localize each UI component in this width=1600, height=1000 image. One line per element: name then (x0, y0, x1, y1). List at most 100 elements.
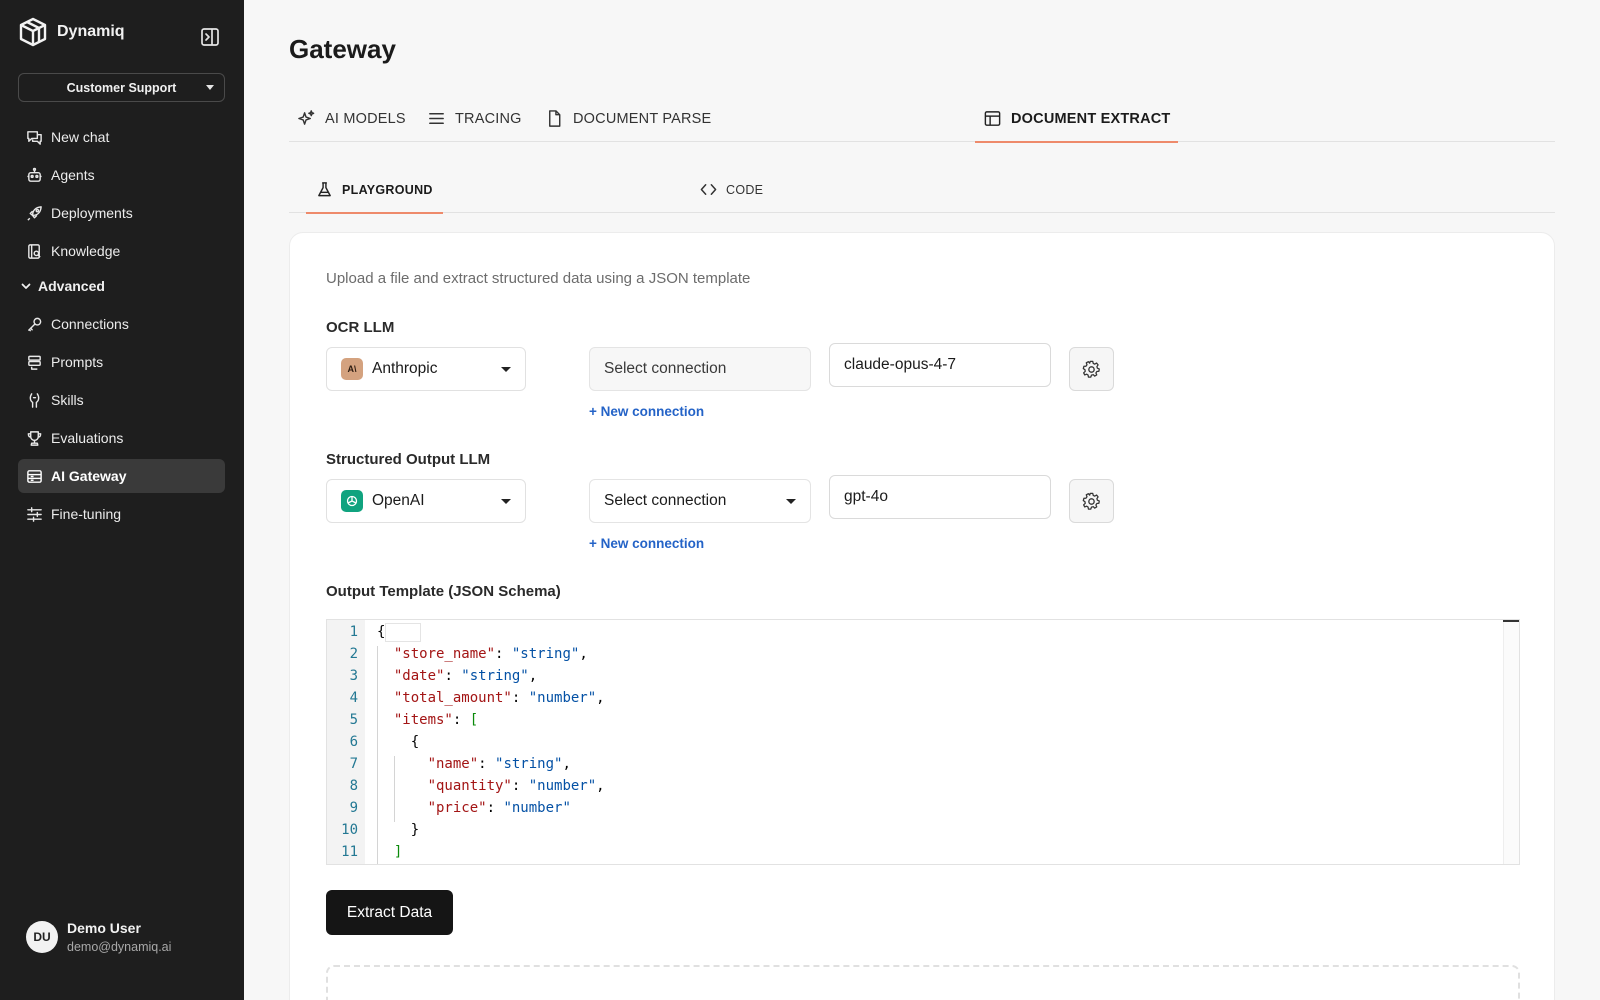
robot-icon (27, 167, 42, 182)
dynamiq-logo-icon (19, 17, 47, 47)
code-line: "total_amount": "number", (393, 690, 605, 706)
sidebar-item-label: Deployments (51, 205, 133, 221)
tab-label: TRACING (455, 110, 522, 127)
key-icon (28, 317, 42, 331)
chevron-down-icon (501, 499, 511, 504)
extract-card: Upload a file and extract structured dat… (289, 232, 1555, 1000)
sidebar: Dynamiq Customer Support New chat Agents… (0, 0, 244, 1000)
tab-document-parse[interactable]: DOCUMENT PARSE (545, 95, 711, 142)
ocr-settings-button[interactable] (1069, 347, 1114, 391)
workspace-name: Customer Support (66, 80, 177, 95)
sidebar-item-knowledge[interactable]: Knowledge (18, 234, 225, 268)
connection-placeholder: Select connection (604, 360, 727, 377)
tab-label: DOCUMENT EXTRACT (1011, 110, 1171, 127)
brand-name: Dynamiq (57, 23, 125, 40)
line-number: 2 (349, 646, 358, 662)
subtab-label: CODE (726, 182, 764, 197)
code-line: ] (393, 844, 403, 860)
sidebar-section-advanced[interactable]: Advanced (18, 278, 105, 294)
chevron-down-icon (206, 85, 214, 90)
ocr-model-input[interactable] (829, 343, 1051, 387)
subtab-label: PLAYGROUND (342, 182, 433, 197)
sidebar-item-label: Connections (51, 316, 129, 332)
chevron-down-icon (786, 499, 796, 504)
ocr-llm-label: OCR LLM (326, 319, 395, 336)
brand[interactable]: Dynamiq (18, 17, 125, 47)
sidebar-item-label: Fine-tuning (51, 506, 122, 522)
line-number: 10 (341, 822, 358, 838)
structured-provider-select[interactable]: OpenAI (326, 479, 526, 523)
ocr-new-connection-link[interactable]: + New connection (589, 404, 704, 419)
tab-ai-models[interactable]: AI MODELS (297, 95, 406, 142)
workspace-selector[interactable]: Customer Support (18, 73, 225, 102)
sidebar-item-connections[interactable]: Connections (18, 307, 225, 341)
openai-logo-icon (341, 490, 363, 512)
sidebar-item-new-chat[interactable]: New chat (18, 120, 225, 154)
user-profile[interactable]: DU Demo User demo@dynamiq.ai (26, 920, 171, 954)
sidebar-item-ai-gateway[interactable]: AI Gateway (18, 459, 225, 493)
user-name: Demo User (67, 920, 141, 936)
code-line: { (377, 624, 386, 640)
result-dropzone[interactable] (326, 965, 1520, 1000)
scroll-position-marker (1503, 620, 1519, 622)
gateway-icon (27, 469, 42, 483)
list-icon (429, 112, 444, 125)
line-number-gutter: 1 2 3 4 5 6 7 8 9 10 11 (327, 620, 365, 864)
structured-new-connection-link[interactable]: + New connection (589, 536, 704, 551)
line-number: 8 (349, 778, 358, 794)
editor-scrollbar[interactable] (1503, 620, 1519, 864)
tab-document-extract-content[interactable]: DOCUMENT EXTRACT (975, 95, 1179, 143)
line-number: 5 (349, 712, 358, 728)
user-email: demo@dynamiq.ai (67, 940, 172, 954)
sidebar-item-label: Skills (51, 392, 84, 408)
ocr-connection-select[interactable]: Select connection (589, 347, 811, 391)
code-line: "items": [ (393, 712, 479, 728)
gear-icon (1082, 492, 1100, 510)
output-template-label: Output Template (JSON Schema) (326, 583, 561, 600)
sidebar-item-label: AI Gateway (51, 468, 127, 484)
line-number: 1 (349, 624, 358, 640)
sidebar-collapse-button[interactable] (199, 26, 221, 48)
ocr-provider-select[interactable]: A\ Anthropic (326, 347, 526, 391)
json-schema-editor[interactable]: 1 2 3 4 5 6 7 8 9 10 11 { "store_name": … (326, 619, 1520, 865)
tab-tracing[interactable]: TRACING (427, 95, 522, 142)
sidebar-item-label: Agents (51, 167, 95, 183)
code-line: "date": "string", (393, 668, 538, 684)
current-line-highlight (385, 623, 421, 642)
table-icon (984, 111, 1001, 126)
code-icon (700, 184, 717, 195)
code-line: "name": "string", (427, 756, 571, 772)
structured-model-input[interactable] (829, 475, 1051, 519)
subtab-playground[interactable]: PLAYGROUND (306, 166, 443, 214)
sidebar-item-skills[interactable]: Skills (18, 383, 225, 417)
line-number: 9 (349, 800, 358, 816)
code-line: } (377, 822, 420, 838)
structured-settings-button[interactable] (1069, 479, 1114, 523)
code-line: { (377, 734, 420, 750)
trophy-icon (27, 430, 42, 446)
line-number: 11 (341, 844, 358, 860)
line-number: 4 (349, 690, 358, 706)
main-content: Gateway AI MODELS TRACING DOCUMENT PARSE… (244, 0, 1600, 1000)
sidebar-item-prompts[interactable]: Prompts (18, 345, 225, 379)
sliders-icon (27, 506, 42, 522)
chevron-down-icon (501, 367, 511, 372)
structured-connection-select[interactable]: Select connection (589, 479, 811, 523)
sidebar-item-deployments[interactable]: Deployments (18, 196, 225, 230)
tab-bar: AI MODELS TRACING DOCUMENT PARSE DOCUMEN… (289, 95, 1555, 143)
document-icon (549, 110, 561, 127)
sidebar-item-evaluations[interactable]: Evaluations (18, 421, 225, 455)
extract-data-button[interactable]: Extract Data (326, 890, 453, 935)
subtab-code[interactable]: CODE (700, 166, 763, 213)
sidebar-item-fine-tuning[interactable]: Fine-tuning (18, 497, 225, 531)
chat-icon (27, 130, 42, 145)
prompts-icon (28, 355, 41, 370)
book-icon (28, 243, 41, 259)
code-line: "price": "number" (427, 800, 571, 816)
sidebar-item-agents[interactable]: Agents (18, 158, 225, 192)
line-number: 3 (349, 668, 358, 684)
line-number: 6 (349, 734, 358, 750)
line-number: 7 (349, 756, 358, 772)
sidebar-item-label: Evaluations (51, 430, 124, 446)
page-title: Gateway (289, 34, 396, 64)
